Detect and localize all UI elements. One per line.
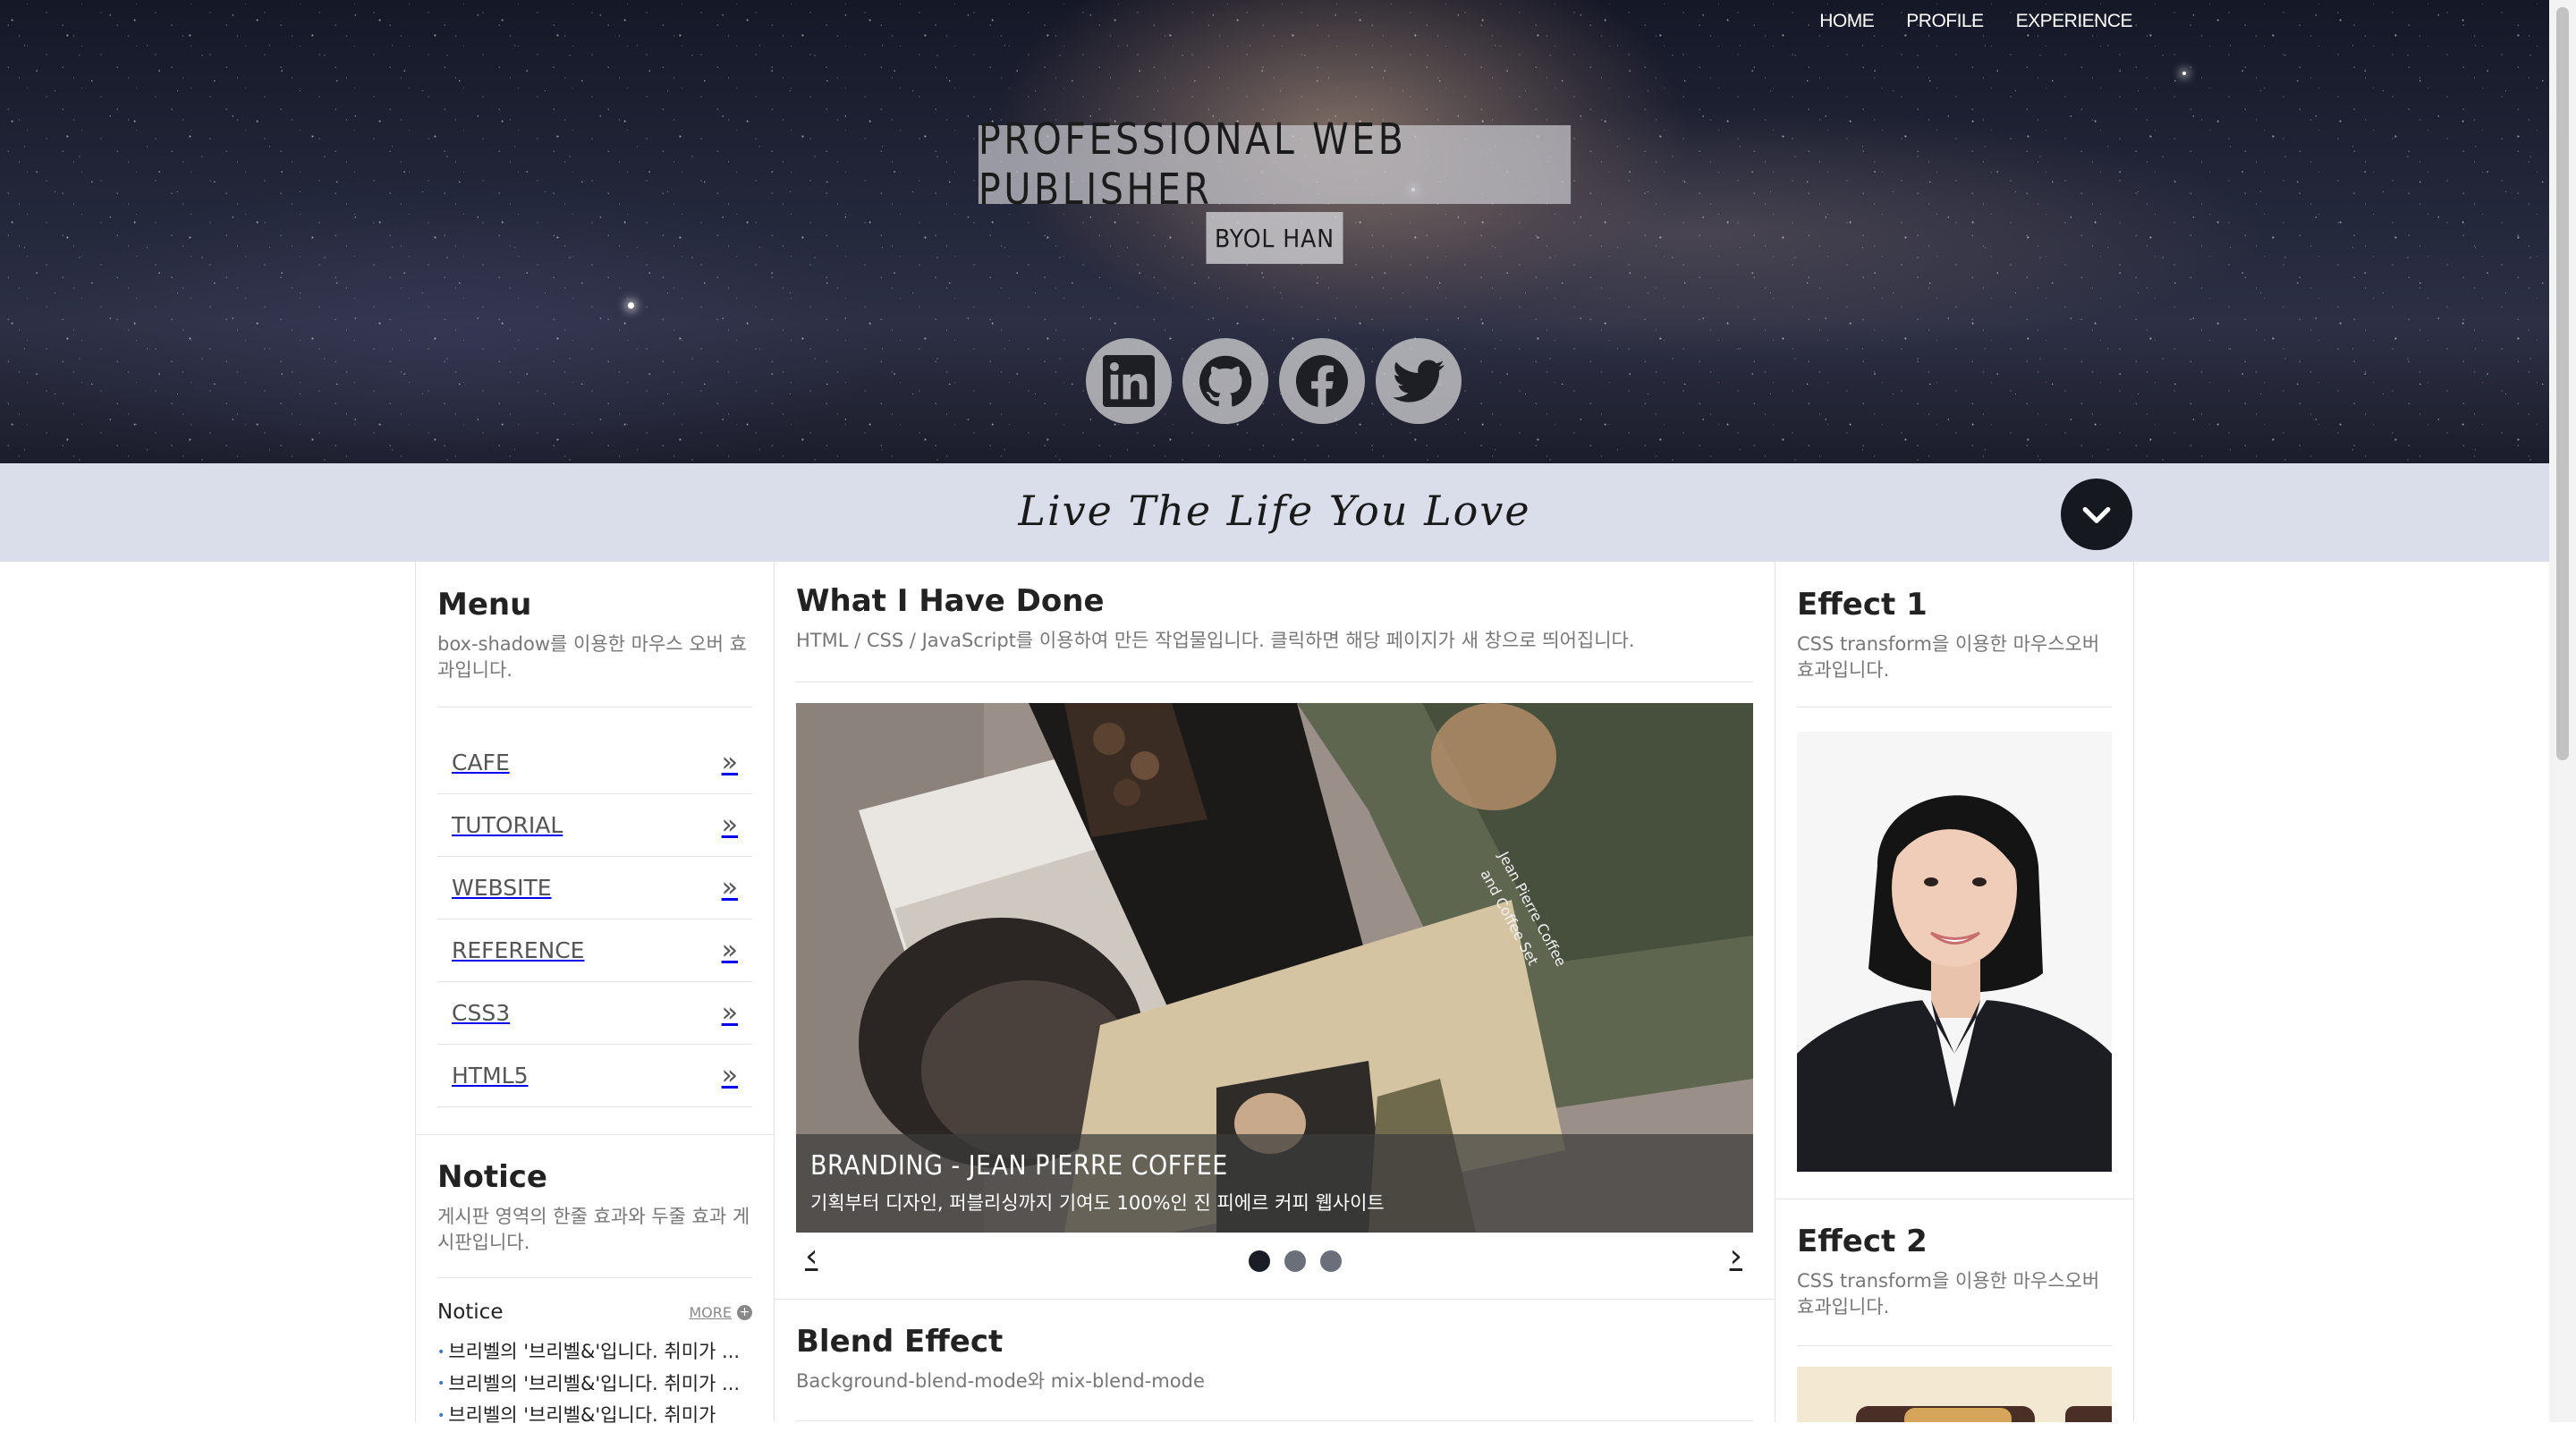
- blend-header: Blend Effect Background-blend-mode와 mix-…: [796, 1324, 1753, 1394]
- menu-item-html5[interactable]: HTML5 »: [437, 1045, 752, 1107]
- middle-column: What I Have Done HTML / CSS / JavaScript…: [775, 562, 1775, 1422]
- work-title: What I Have Done: [796, 583, 1105, 619]
- twitter-icon: [1393, 360, 1445, 402]
- github-link[interactable]: [1182, 338, 1268, 424]
- scrollbar-thumb[interactable]: [2556, 7, 2569, 760]
- tagline-text: Live The Life You Love: [1018, 487, 1531, 535]
- section-divider: [416, 1134, 774, 1135]
- plus-icon: +: [737, 1304, 752, 1320]
- nav-home[interactable]: HOME: [1819, 11, 1875, 32]
- menu-title: Menu: [437, 587, 532, 623]
- chevron-left-icon: ‹: [805, 1238, 818, 1275]
- divider: [1797, 707, 2112, 708]
- effect1-desc: CSS transform을 이용한 마우스오버효과입니다.: [1797, 633, 2100, 681]
- menu-item-label: REFERENCE: [452, 937, 585, 963]
- hero-section: HOME PROFILE EXPERIENCE PROFESSIONAL WEB…: [0, 0, 2549, 463]
- slide-dots: [1249, 1250, 1342, 1272]
- effect1-title: Effect 1: [1797, 587, 1928, 623]
- menu-item-tutorial[interactable]: TUTORIAL »: [437, 794, 752, 857]
- hero-subtitle: BYOL HAN: [1206, 212, 1343, 264]
- facebook-icon: [1296, 355, 1348, 407]
- notice-title: Notice: [437, 1159, 547, 1195]
- slide-caption: BRANDING - JEAN PIERRE COFFEE 기획부터 디자인, …: [796, 1134, 1753, 1233]
- divider: [1797, 1345, 2112, 1346]
- blend-title: Blend Effect: [796, 1324, 1004, 1360]
- more-label: MORE: [689, 1303, 732, 1321]
- twitter-link[interactable]: [1376, 338, 1462, 424]
- work-desc: HTML / CSS / JavaScript를 이용하여 만든 작업물입니다.…: [796, 630, 1635, 651]
- slide-desc: 기획부터 디자인, 퍼블리싱까지 기여도 100%인 진 피에르 커피 웹사이트: [810, 1192, 1385, 1214]
- effect2-desc: CSS transform을 이용한 마우스오버효과입니다.: [1797, 1270, 2100, 1318]
- work-header: What I Have Done HTML / CSS / JavaScript…: [796, 583, 1753, 654]
- left-column: Menu box-shadow를 이용한 마우스 오버 효과입니다. CAFE »…: [415, 562, 775, 1426]
- bright-star: [628, 302, 634, 309]
- slide-title: BRANDING - JEAN PIERRE COFFEE: [810, 1150, 1228, 1182]
- right-column: Effect 1 CSS transform을 이용한 마우스오버효과입니다. …: [1775, 562, 2134, 1422]
- menu-item-label: CAFE: [452, 750, 510, 775]
- portrait-image: [1797, 732, 2112, 1172]
- social-links: [1086, 338, 1462, 424]
- more-link[interactable]: MORE +: [689, 1304, 752, 1321]
- menu-item-cafe[interactable]: CAFE »: [437, 732, 752, 794]
- chevron-down-icon: [2082, 506, 2111, 523]
- double-chevron-right-icon: »: [721, 1060, 738, 1091]
- blend-desc: Background-blend-mode와 mix-blend-mode: [796, 1370, 1205, 1392]
- menu-item-website[interactable]: WEBSITE »: [437, 857, 752, 919]
- scroll-down-button[interactable]: [2061, 479, 2132, 550]
- coffee-image: [1797, 1367, 2112, 1422]
- nav-experience[interactable]: EXPERIENCE: [2016, 11, 2133, 32]
- hero-title: PROFESSIONAL WEB PUBLISHER: [978, 114, 1572, 215]
- notice-board-title: Notice: [437, 1301, 504, 1324]
- double-chevron-right-icon: »: [721, 935, 738, 966]
- effect2-title: Effect 2: [1797, 1224, 1928, 1259]
- slide-dot[interactable]: [1249, 1250, 1270, 1272]
- notice-item[interactable]: 브리벨의 '브리벨&'입니다. 취미가 ...: [437, 1368, 752, 1401]
- notice-item[interactable]: 브리벨의 '브리벨&'입니다. 취미가 ...: [437, 1336, 752, 1368]
- menu-header: Menu box-shadow를 이용한 마우스 오버 효과입니다.: [437, 587, 752, 683]
- notice-desc: 게시판 영역의 한줄 효과와 두줄 효과 게시판입니다.: [437, 1206, 750, 1253]
- effect1-header: Effect 1 CSS transform을 이용한 마우스오버효과입니다.: [1797, 587, 2112, 683]
- next-slide-button[interactable]: ›: [1730, 1238, 1742, 1275]
- profile-photo[interactable]: [1797, 732, 2112, 1172]
- notice-header: Notice 게시판 영역의 한줄 효과와 두줄 효과 게시판입니다.: [437, 1159, 752, 1256]
- nav-profile[interactable]: PROFILE: [1906, 11, 1984, 32]
- notice-list: 브리벨의 '브리벨&'입니다. 취미가 ... 브리벨의 '브리벨&'입니다. …: [437, 1336, 752, 1432]
- notice-item[interactable]: 브리벨의 '브리벨&'입니다. 취미가: [437, 1400, 752, 1432]
- double-chevron-right-icon: »: [721, 747, 738, 778]
- page-scrollbar[interactable]: [2549, 0, 2576, 1422]
- double-chevron-right-icon: »: [721, 997, 738, 1029]
- menu-item-label: WEBSITE: [452, 875, 552, 901]
- double-chevron-right-icon: »: [721, 872, 738, 903]
- menu-item-label: TUTORIAL: [452, 812, 564, 838]
- menu-item-label: CSS3: [452, 1000, 511, 1026]
- bright-star: [2182, 72, 2186, 75]
- menu-item-reference[interactable]: REFERENCE »: [437, 919, 752, 982]
- github-icon: [1199, 355, 1251, 407]
- linkedin-link[interactable]: [1086, 338, 1172, 424]
- chevron-right-icon: ›: [1729, 1238, 1742, 1275]
- prev-slide-button[interactable]: ‹: [805, 1238, 818, 1275]
- effect2-image[interactable]: [1797, 1367, 2112, 1422]
- divider: [796, 1420, 1753, 1421]
- notice-board-head: Notice MORE +: [437, 1301, 752, 1324]
- linkedin-icon: [1103, 355, 1155, 407]
- tagline-banner: Live The Life You Love: [0, 463, 2549, 562]
- slide-dot[interactable]: [1284, 1250, 1306, 1272]
- divider: [437, 707, 752, 708]
- menu-item-label: HTML5: [452, 1063, 529, 1089]
- menu-list: CAFE » TUTORIAL » WEBSITE » REFERENCE » CSS3…: [437, 732, 752, 1107]
- facebook-link[interactable]: [1279, 338, 1365, 424]
- top-nav: HOME PROFILE EXPERIENCE: [1819, 11, 2132, 32]
- menu-desc: box-shadow를 이용한 마우스 오버 효과입니다.: [437, 633, 747, 681]
- effect2-header: Effect 2 CSS transform을 이용한 마우스오버효과입니다.: [1797, 1224, 2112, 1320]
- work-slider[interactable]: Jean Pierre Coffee and Coffee Set BRANDI…: [796, 703, 1753, 1233]
- menu-item-css3[interactable]: CSS3 »: [437, 982, 752, 1045]
- slide-dot[interactable]: [1320, 1250, 1342, 1272]
- slider-controls: ‹ ›: [796, 1233, 1753, 1286]
- double-chevron-right-icon: »: [721, 809, 738, 841]
- section-divider: [775, 1299, 1775, 1300]
- divider: [437, 1277, 752, 1278]
